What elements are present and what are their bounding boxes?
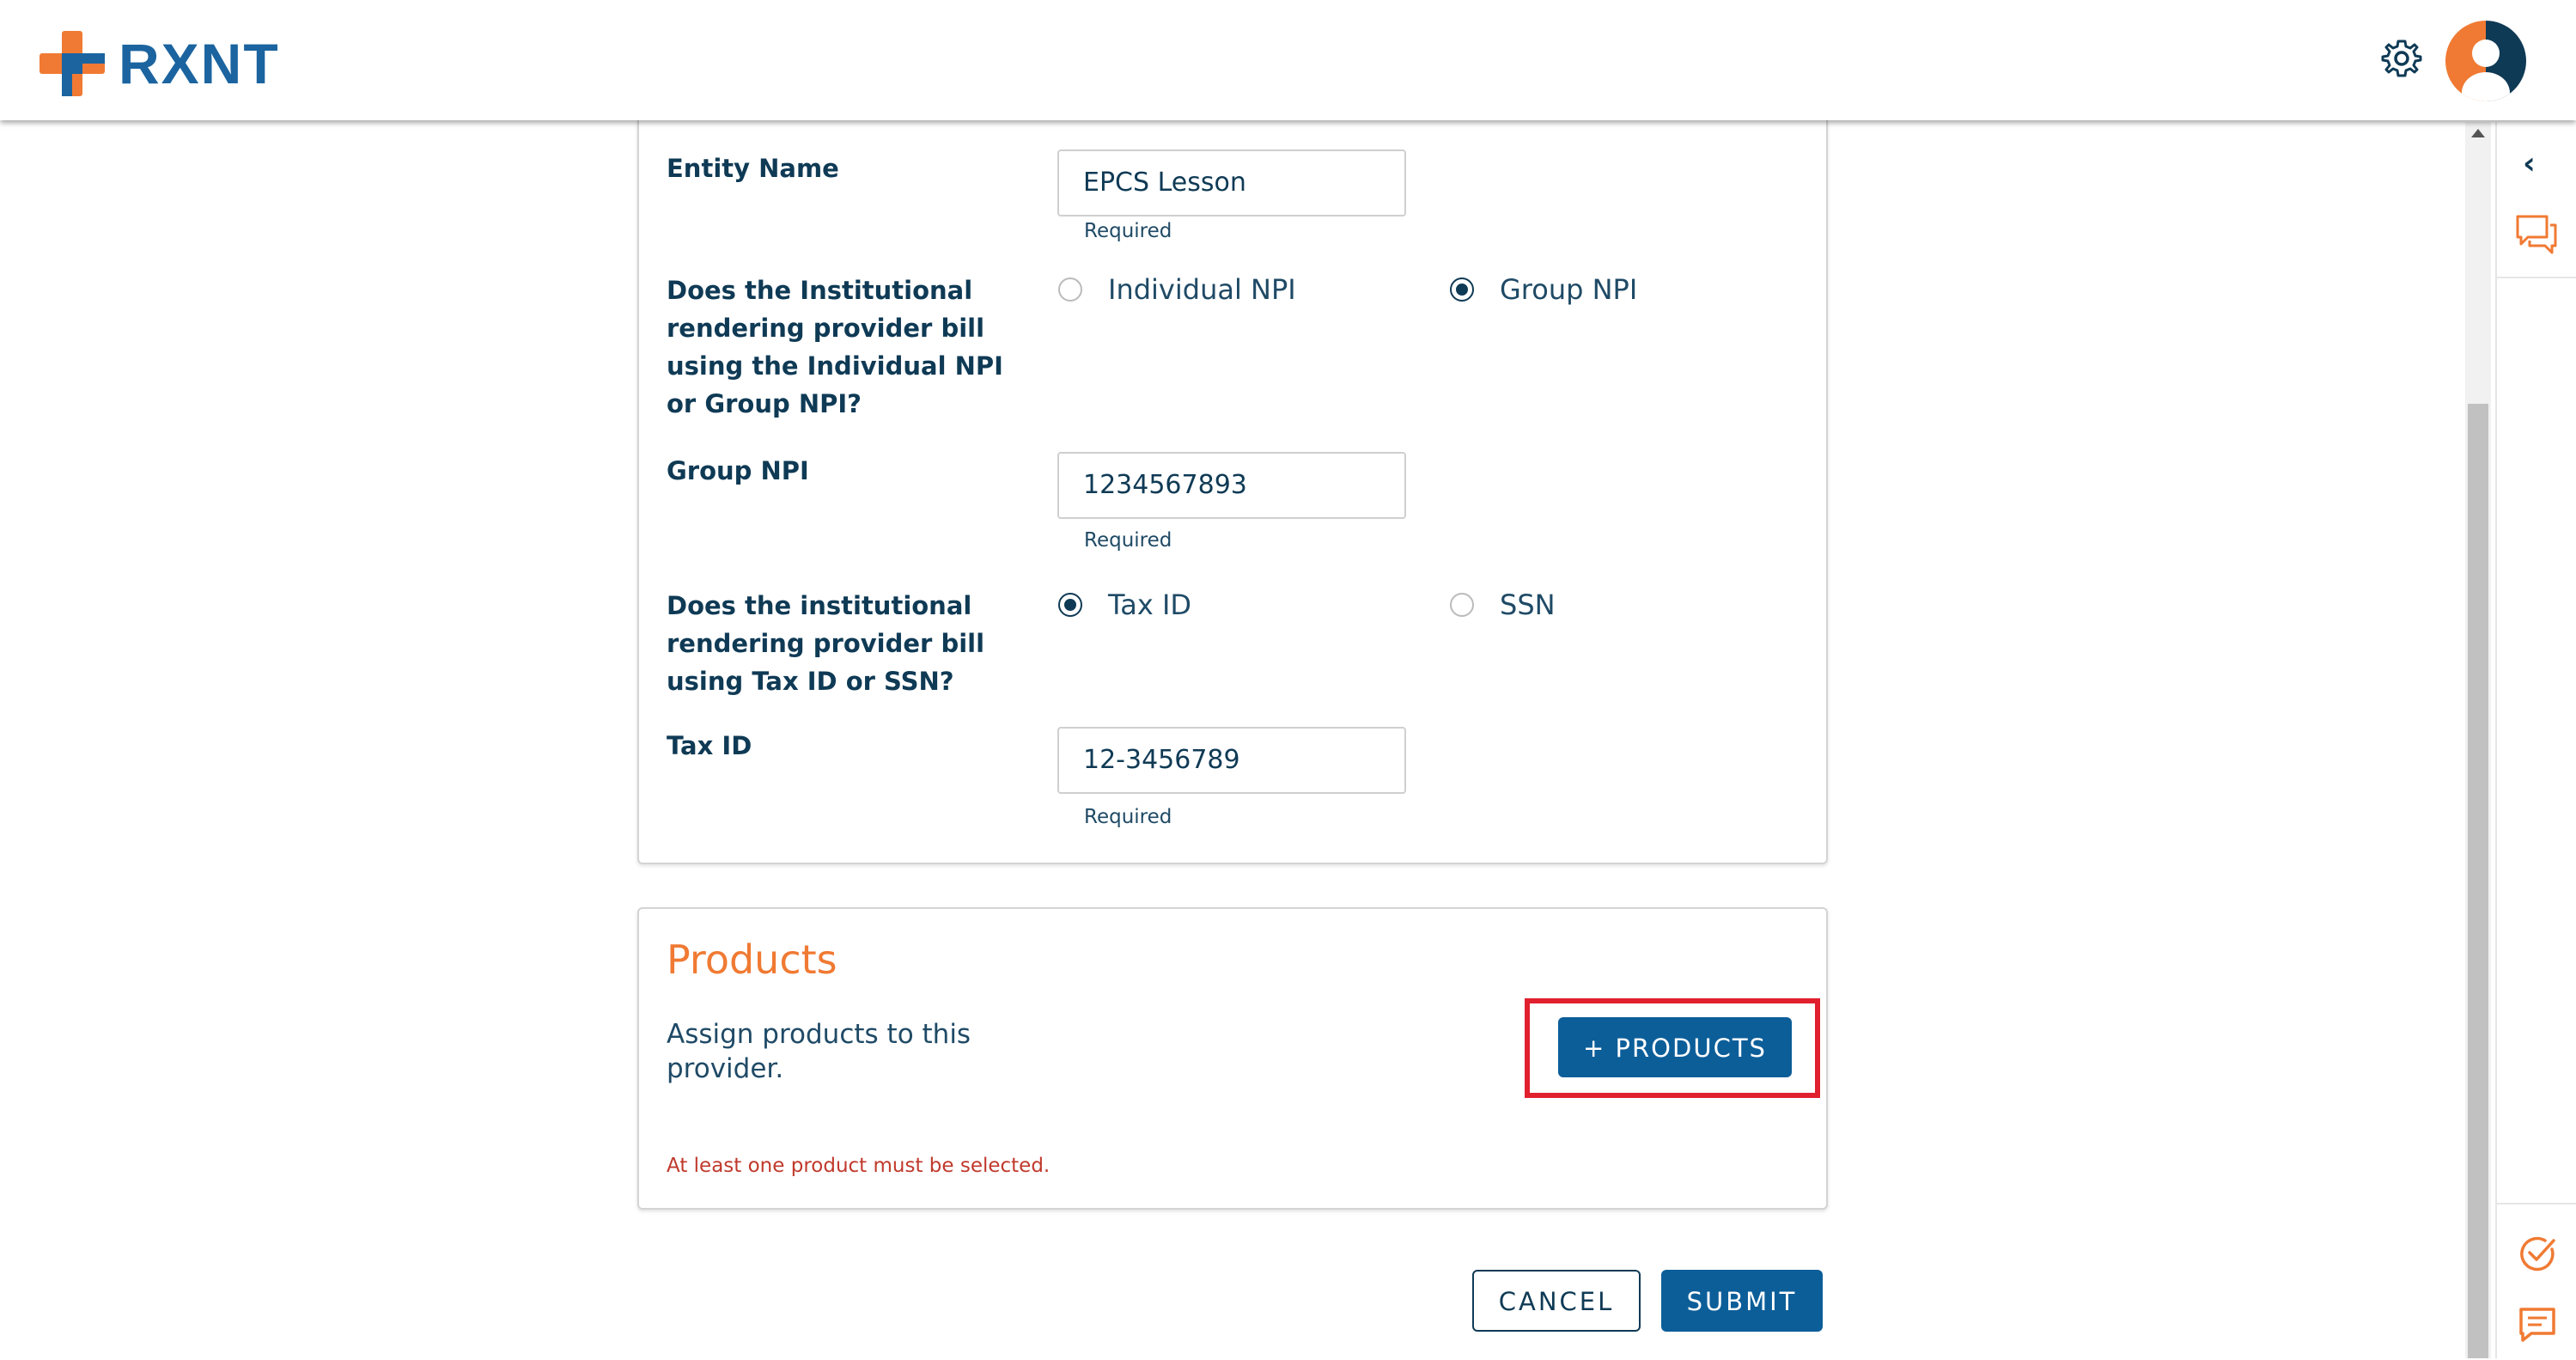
scroll-up-arrow-icon[interactable] — [2471, 129, 2485, 137]
group-npi-label: Group NPI — [667, 456, 809, 485]
check-circle-icon[interactable] — [2518, 1234, 2557, 1273]
app-header: RXNT — [0, 0, 2576, 120]
cancel-button[interactable]: CANCEL — [1472, 1270, 1641, 1332]
tax-question-label: Does the institutional rendering provide… — [667, 591, 985, 696]
logo-cross-icon — [40, 31, 105, 96]
radio-circle-individual-npi[interactable] — [1058, 277, 1082, 302]
brand-name: RXNT — [119, 32, 280, 95]
gear-icon[interactable] — [2381, 38, 2422, 79]
radio-circle-ssn[interactable] — [1450, 593, 1474, 617]
rail-top-section: ‹ — [2497, 122, 2576, 278]
radio-ssn[interactable]: SSN — [1450, 589, 1556, 621]
radio-label-tax-id: Tax ID — [1108, 589, 1192, 621]
radio-circle-group-npi[interactable] — [1450, 277, 1474, 302]
entity-name-input[interactable]: EPCS Lesson — [1057, 149, 1406, 217]
tax-id-input[interactable]: 12-3456789 — [1057, 727, 1406, 794]
tax-id-helper: Required — [1084, 806, 1172, 828]
products-description: Assign products to this provider. — [667, 1019, 971, 1084]
radio-label-group-npi: Group NPI — [1500, 273, 1638, 306]
radio-label-individual-npi: Individual NPI — [1108, 273, 1296, 306]
entity-name-label: Entity Name — [667, 154, 839, 183]
submit-button[interactable]: SUBMIT — [1661, 1270, 1823, 1332]
radio-individual-npi[interactable]: Individual NPI — [1058, 273, 1296, 306]
radio-tax-id[interactable]: Tax ID — [1058, 589, 1191, 621]
group-npi-helper: Required — [1084, 529, 1172, 552]
chevron-left-icon[interactable]: ‹ — [2523, 146, 2536, 181]
products-title: Products — [667, 936, 837, 983]
radio-label-ssn: SSN — [1500, 589, 1556, 621]
user-avatar-icon[interactable] — [2445, 21, 2526, 101]
add-products-button[interactable]: + PRODUCTS — [1558, 1017, 1792, 1077]
entity-name-helper: Required — [1084, 220, 1172, 242]
scrollbar-thumb[interactable] — [2468, 404, 2488, 1358]
products-card: Products Assign products to this provide… — [637, 907, 1828, 1210]
right-rail: ‹ — [2495, 122, 2576, 1358]
npi-question-label: Does the Institutional rendering provide… — [667, 276, 1003, 418]
rail-bottom-section — [2497, 1203, 2576, 1360]
rxnt-logo[interactable]: RXNT — [40, 29, 280, 98]
provider-details-card: Entity Name EPCS Lesson Required Does th… — [637, 119, 1828, 864]
chat-bubbles-icon[interactable] — [2514, 213, 2559, 254]
message-icon[interactable] — [2518, 1306, 2557, 1344]
radio-circle-tax-id[interactable] — [1058, 593, 1082, 617]
tax-id-label: Tax ID — [667, 731, 752, 760]
radio-group-npi[interactable]: Group NPI — [1450, 273, 1637, 306]
products-error-message: At least one product must be selected. — [667, 1155, 1050, 1177]
group-npi-input[interactable]: 1234567893 — [1057, 452, 1406, 519]
